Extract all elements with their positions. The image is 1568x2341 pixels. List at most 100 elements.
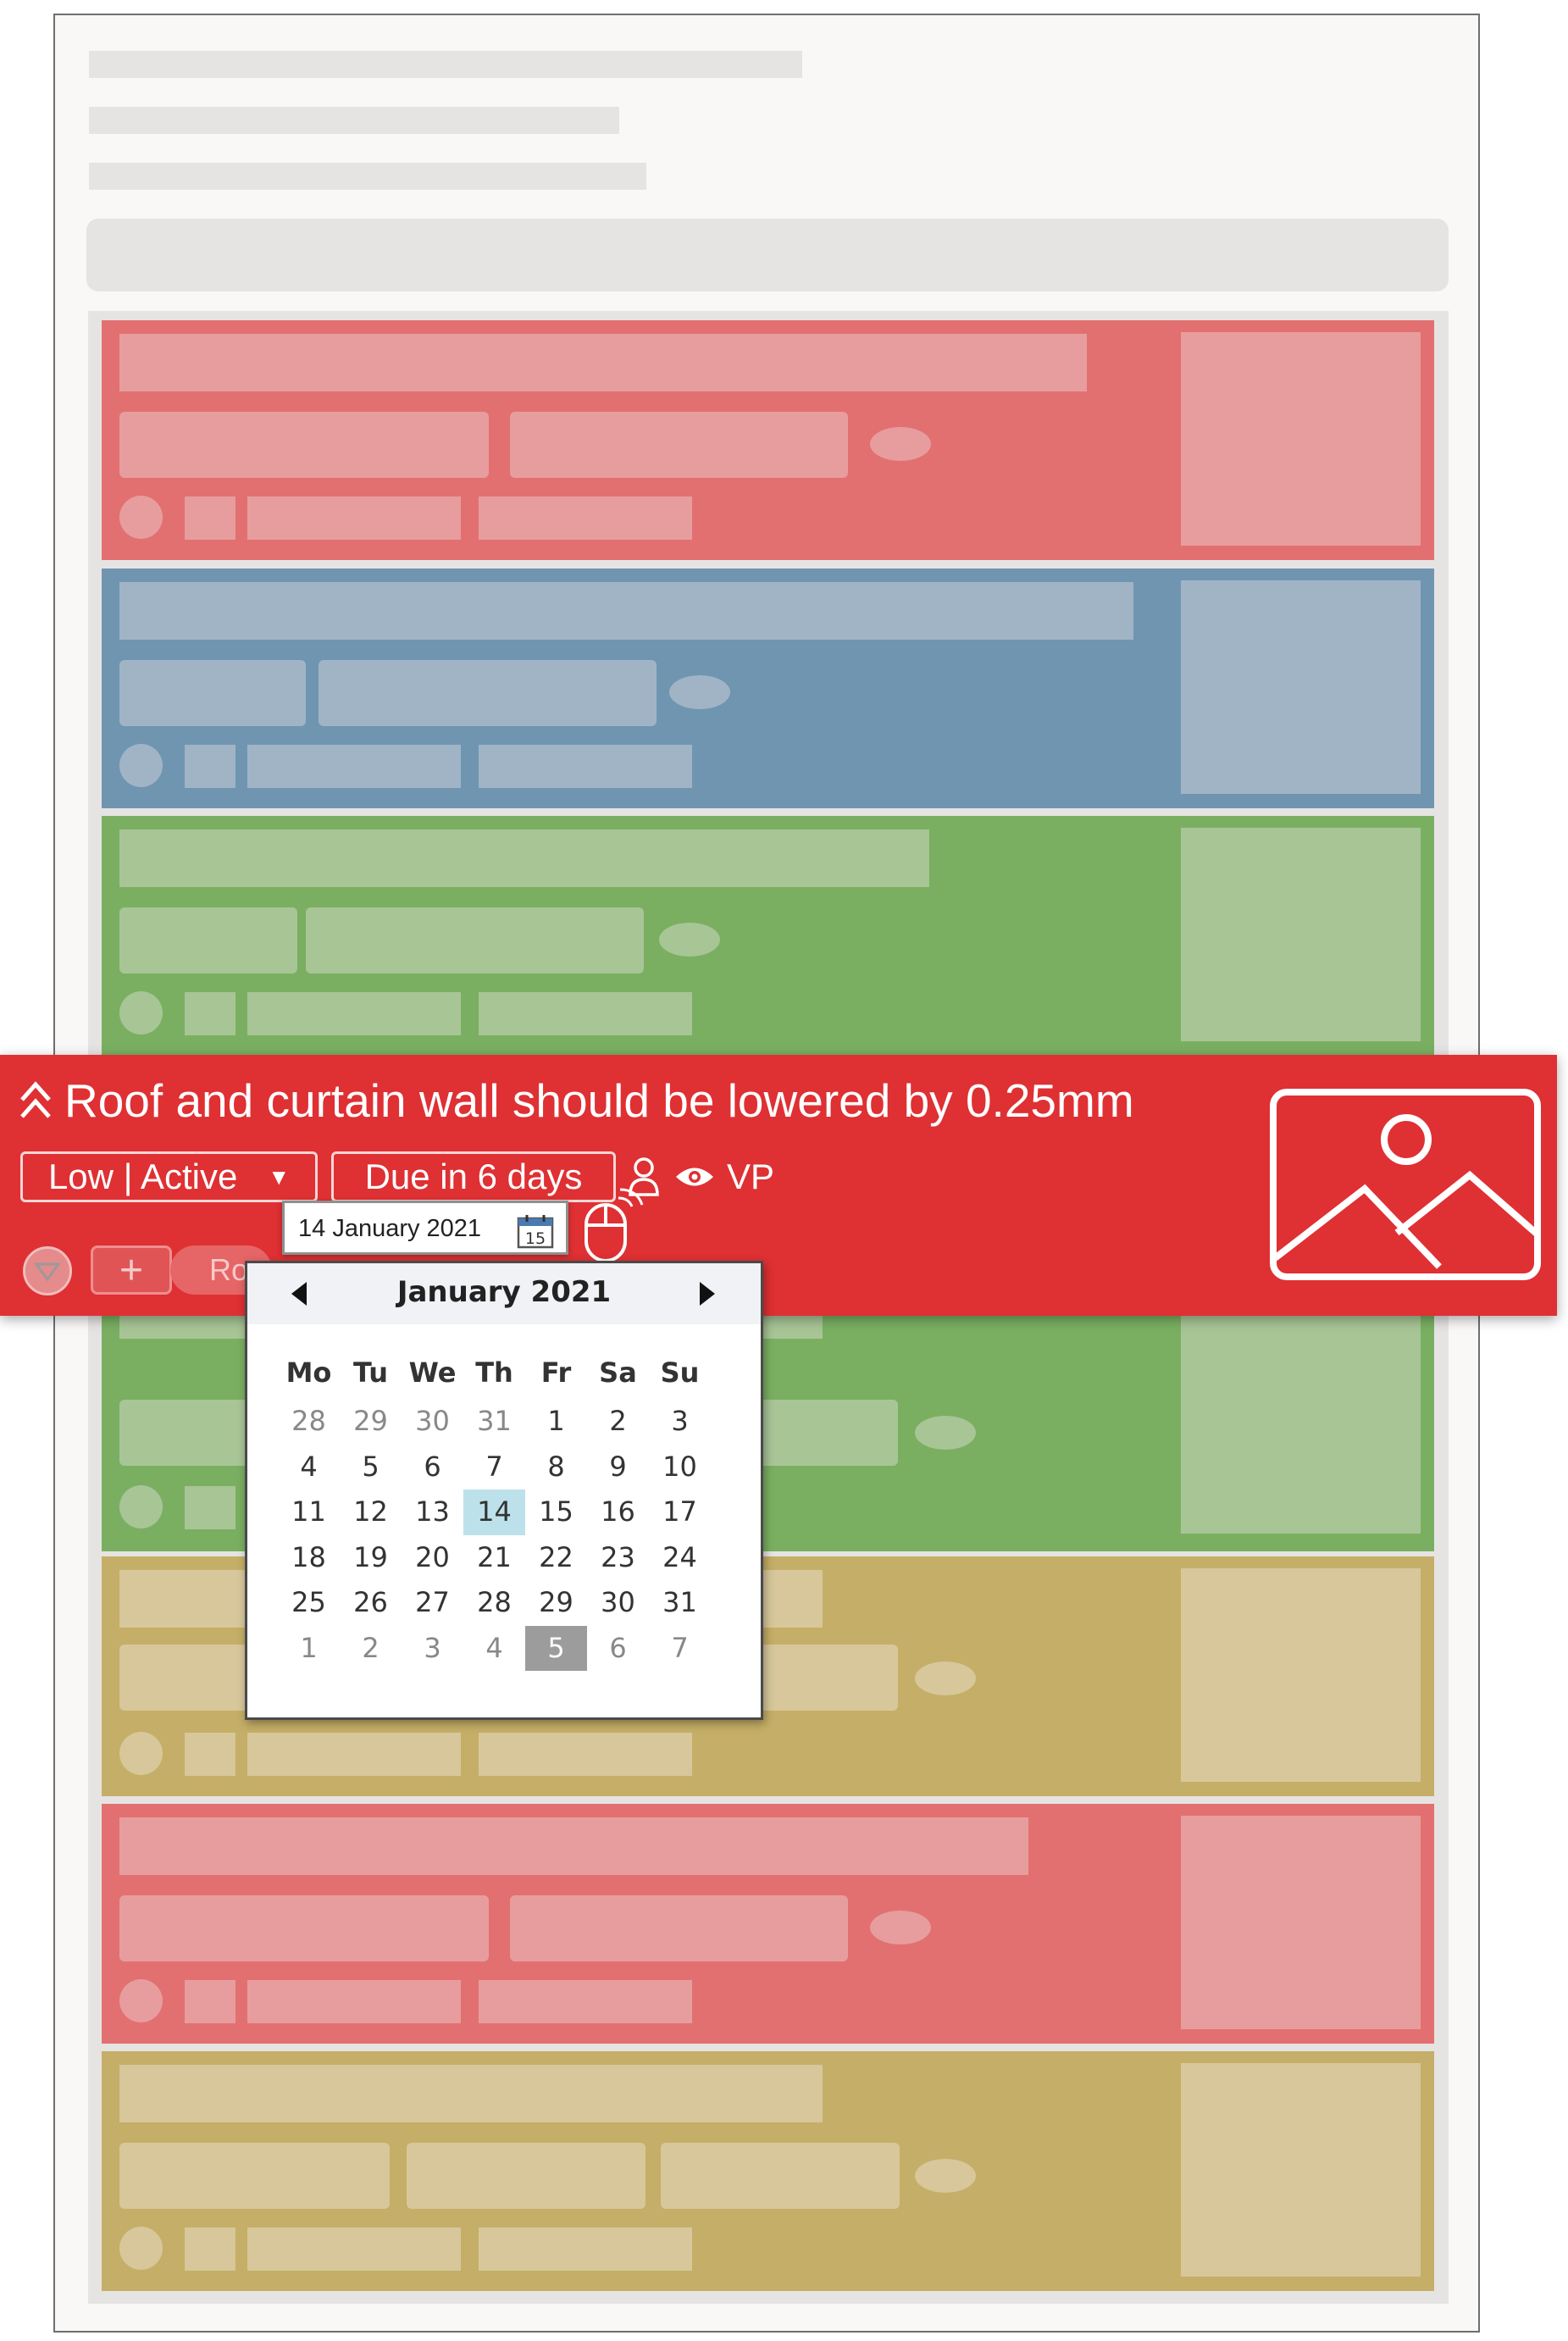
weekday-label: Su bbox=[660, 1356, 700, 1389]
placeholder-title bbox=[119, 829, 929, 887]
placeholder-bar bbox=[479, 1980, 692, 2023]
calendar-day[interactable]: 28 bbox=[463, 1580, 525, 1626]
placeholder-bar bbox=[479, 2227, 692, 2271]
placeholder-tag bbox=[661, 2143, 900, 2209]
placeholder-square bbox=[185, 1980, 235, 2023]
due-label: Due in 6 days bbox=[364, 1157, 583, 1196]
calendar-day[interactable]: 18 bbox=[278, 1535, 340, 1581]
calendar-day[interactable]: 5 bbox=[340, 1445, 402, 1490]
placeholder-line bbox=[89, 51, 802, 78]
calendar-day[interactable]: 22 bbox=[525, 1535, 587, 1581]
calendar-day[interactable]: 9 bbox=[587, 1445, 649, 1490]
placeholder-bar bbox=[479, 745, 692, 788]
calendar-day-today[interactable]: 5 bbox=[525, 1625, 587, 1671]
placeholder-bar bbox=[479, 496, 692, 540]
calendar-day[interactable]: 11 bbox=[278, 1489, 340, 1535]
calendar-day[interactable]: 6 bbox=[402, 1445, 463, 1490]
next-month-icon[interactable] bbox=[691, 1279, 722, 1309]
calendar-day[interactable]: 30 bbox=[402, 1399, 463, 1445]
eye-icon[interactable] bbox=[674, 1164, 715, 1190]
placeholder-oval bbox=[659, 923, 720, 957]
placeholder-tag bbox=[119, 907, 297, 974]
calendar-day[interactable]: 6 bbox=[587, 1626, 649, 1672]
mouse-click-icon bbox=[585, 1188, 644, 1262]
calendar-day[interactable]: 19 bbox=[340, 1535, 402, 1581]
calendar-day[interactable]: 10 bbox=[649, 1445, 711, 1490]
calendar-day[interactable]: 3 bbox=[402, 1626, 463, 1672]
task-title-row: Roof and curtain wall should be lowered … bbox=[19, 1073, 1134, 1128]
task-card[interactable] bbox=[102, 2051, 1434, 2291]
calendar-day[interactable]: 13 bbox=[402, 1489, 463, 1535]
calendar-day[interactable]: 4 bbox=[463, 1626, 525, 1672]
calendar-day-selected[interactable]: 14 bbox=[463, 1489, 525, 1535]
placeholder-line bbox=[89, 163, 646, 190]
calendar-day[interactable]: 17 bbox=[649, 1489, 711, 1535]
priority-chevrons-icon bbox=[20, 1081, 51, 1118]
weekday-label: Th bbox=[475, 1356, 513, 1389]
image-placeholder-icon[interactable] bbox=[1270, 1089, 1541, 1280]
calendar-day[interactable]: 2 bbox=[587, 1399, 649, 1445]
calendar-day[interactable]: 16 bbox=[587, 1489, 649, 1535]
task-title[interactable]: Roof and curtain wall should be lowered … bbox=[64, 1073, 1134, 1128]
task-card[interactable] bbox=[102, 816, 1434, 1056]
expand-toggle-button[interactable] bbox=[23, 1246, 72, 1295]
calendar-day[interactable]: 2 bbox=[340, 1626, 402, 1672]
calendar-day[interactable]: 1 bbox=[525, 1399, 587, 1445]
weekday-label: Tu bbox=[352, 1356, 389, 1389]
task-card[interactable] bbox=[102, 569, 1434, 808]
calendar-day[interactable]: 31 bbox=[463, 1399, 525, 1445]
calendar-day[interactable]: 26 bbox=[340, 1580, 402, 1626]
placeholder-tag bbox=[119, 412, 489, 478]
calendar-day[interactable]: 27 bbox=[402, 1580, 463, 1626]
calendar-day[interactable]: 25 bbox=[278, 1580, 340, 1626]
calendar-day[interactable]: 29 bbox=[525, 1580, 587, 1626]
calendar-day[interactable]: 1 bbox=[278, 1626, 340, 1672]
placeholder-search-bar bbox=[86, 219, 1449, 291]
status-dropdown[interactable]: Low | Active ▼ bbox=[20, 1151, 318, 1202]
calendar-day[interactable]: 24 bbox=[649, 1535, 711, 1581]
calendar-day[interactable]: 7 bbox=[649, 1626, 711, 1672]
calendar-day[interactable]: 29 bbox=[340, 1399, 402, 1445]
placeholder-thumbnail bbox=[1181, 1816, 1421, 2029]
plus-icon: + bbox=[119, 1247, 144, 1293]
task-card[interactable] bbox=[102, 1804, 1434, 2044]
placeholder-thumbnail bbox=[1181, 828, 1421, 1041]
add-button[interactable]: + bbox=[91, 1245, 172, 1295]
placeholder-thumbnail bbox=[1181, 1313, 1421, 1534]
assignee-initials[interactable]: VP bbox=[727, 1157, 774, 1197]
calendar-day[interactable]: 12 bbox=[340, 1489, 402, 1535]
placeholder-square bbox=[185, 496, 235, 540]
focused-task-card[interactable]: Roof and curtain wall should be lowered … bbox=[0, 1055, 1557, 1316]
calendar-day[interactable]: 15 bbox=[525, 1489, 587, 1535]
placeholder-square bbox=[185, 1486, 235, 1529]
weekday-label: We bbox=[408, 1356, 457, 1389]
placeholder-thumbnail bbox=[1181, 1568, 1421, 1782]
calendar-day[interactable]: 7 bbox=[463, 1445, 525, 1490]
date-input-field[interactable]: 14 January 2021 15 bbox=[282, 1201, 568, 1255]
placeholder-thumbnail bbox=[1181, 580, 1421, 794]
calendar-day[interactable]: 3 bbox=[649, 1399, 711, 1445]
calendar-day[interactable]: 28 bbox=[278, 1399, 340, 1445]
due-date-button[interactable]: Due in 6 days bbox=[331, 1151, 616, 1202]
placeholder-tag bbox=[407, 2143, 645, 2209]
placeholder-title bbox=[119, 1817, 1028, 1875]
calendar-week: 28 29 30 31 1 2 3 bbox=[278, 1399, 711, 1445]
calendar-month-label: January 2021 bbox=[396, 1275, 612, 1309]
calendar-day[interactable]: 21 bbox=[463, 1535, 525, 1581]
dropdown-arrow-icon: ▼ bbox=[268, 1163, 291, 1190]
calendar-icon-day: 15 bbox=[525, 1229, 546, 1248]
calendar-popup[interactable]: January 2021 Mo Tu We Th Fr Sa Su 28 29 … bbox=[245, 1261, 763, 1720]
placeholder-thumbnail bbox=[1181, 332, 1421, 546]
calendar-day[interactable]: 4 bbox=[278, 1445, 340, 1490]
task-card[interactable] bbox=[102, 320, 1434, 560]
calendar-day[interactable]: 8 bbox=[525, 1445, 587, 1490]
calendar-icon[interactable]: 15 bbox=[517, 1213, 554, 1249]
calendar-week: 25 26 27 28 29 30 31 bbox=[278, 1580, 711, 1626]
placeholder-tag bbox=[119, 2143, 390, 2209]
calendar-day[interactable]: 31 bbox=[649, 1580, 711, 1626]
placeholder-circle bbox=[119, 991, 163, 1035]
calendar-day[interactable]: 20 bbox=[402, 1535, 463, 1581]
calendar-day[interactable]: 23 bbox=[587, 1535, 649, 1581]
calendar-day[interactable]: 30 bbox=[587, 1580, 649, 1626]
weekday-label: Sa bbox=[599, 1356, 637, 1389]
